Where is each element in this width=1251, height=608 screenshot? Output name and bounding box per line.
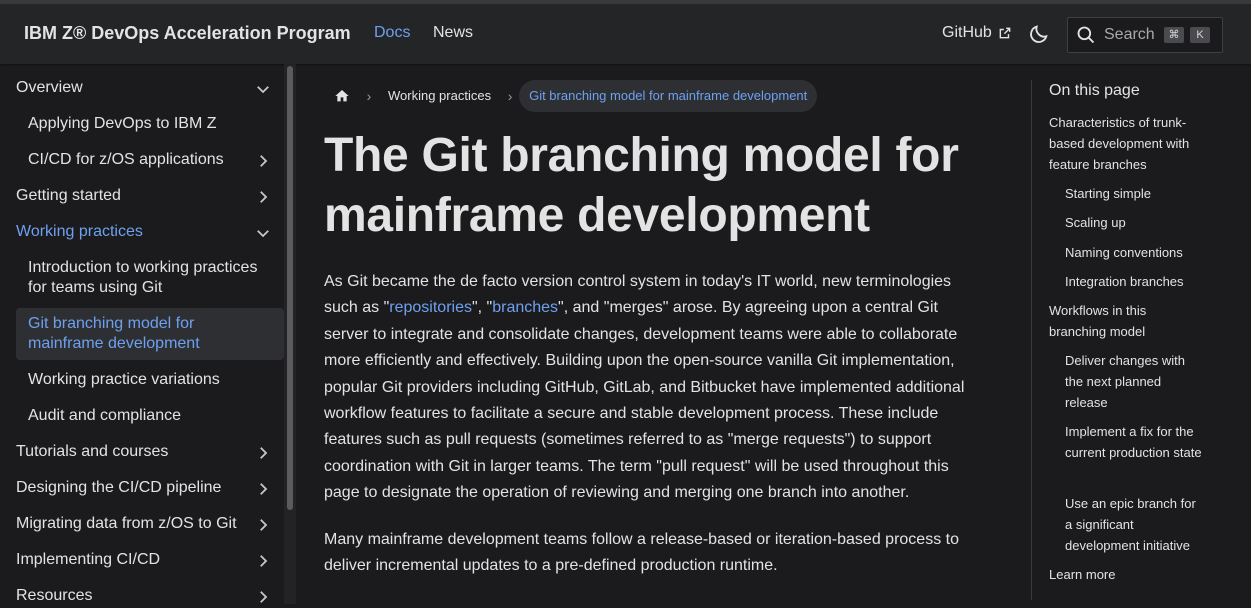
sidebar-item-label: Tutorials and courses [16, 443, 169, 460]
toc-item[interactable]: Scaling up [1065, 212, 1205, 233]
table-of-contents: On this page Characteristics of trunk-ba… [1031, 80, 1242, 600]
chevron-down-icon[interactable] [254, 80, 272, 98]
sidebar-item-label: Working practices [16, 223, 143, 240]
sidebar-item-overview[interactable]: Overview [0, 76, 284, 100]
sidebar-item-label: CI/CD for z/OS applications [28, 151, 224, 168]
chevron-right-icon[interactable] [254, 516, 272, 534]
toc-item[interactable]: Workflows in this branching model [1049, 300, 1199, 342]
toc-item[interactable]: Learn more [1049, 564, 1199, 585]
sidebar-item-label: Audit and compliance [28, 407, 181, 424]
chevron-right-icon[interactable] [254, 152, 272, 170]
chevron-right-icon[interactable] [254, 188, 272, 206]
branches-link[interactable]: branches [492, 299, 558, 316]
chevron-right-icon: › [507, 88, 513, 104]
site-brand[interactable]: IBM Z® DevOps Acceleration Program [24, 23, 351, 44]
page-title: The Git branching model for mainframe de… [324, 129, 959, 242]
sidebar-item-resources[interactable]: Resources [0, 584, 284, 608]
sidebar-item-label: Applying DevOps to IBM Z [28, 115, 217, 132]
k-key-hint: K [1190, 27, 1210, 43]
sidebar-item-audit-compliance[interactable]: Audit and compliance [0, 404, 284, 428]
sidebar-item-cicd-zos[interactable]: CI/CD for z/OS applications [0, 148, 284, 172]
chevron-right-icon[interactable] [254, 480, 272, 498]
github-link[interactable]: GitHub [942, 24, 1012, 42]
breadcrumb-item-current: Git branching model for mainframe develo… [519, 80, 818, 112]
toc-title: On this page [1049, 82, 1140, 99]
sidebar-item-applying-devops[interactable]: Applying DevOps to IBM Z [0, 112, 284, 136]
toc-item[interactable]: Integration branches [1065, 271, 1205, 292]
sidebar-item-label: Designing the CI/CD pipeline [16, 479, 222, 496]
sidebar-item-working-practices[interactable]: Working practices [0, 220, 284, 244]
top-navbar: IBM Z® DevOps Acceleration Program Docs … [0, 4, 1251, 64]
toc-item[interactable]: Implement a fix for the current producti… [1065, 421, 1205, 463]
sidebar-item-label: Resources [16, 587, 93, 604]
sidebar-item-getting-started[interactable]: Getting started [0, 184, 284, 208]
dark-mode-toggle-icon[interactable] [1028, 23, 1050, 45]
command-key-hint: ⌘ [1164, 27, 1184, 43]
toc-item[interactable]: Starting simple [1065, 183, 1205, 204]
sidebar-item-label: Introduction to working practices for te… [28, 259, 258, 296]
sidebar-item-git-branching-model[interactable]: Git branching model for mainframe develo… [16, 308, 284, 360]
chevron-right-icon[interactable] [254, 588, 272, 606]
repositories-link[interactable]: repositories [389, 299, 472, 316]
sidebar-item-label: Implementing CI/CD [16, 551, 161, 568]
sidebar-item-tutorials[interactable]: Tutorials and courses [0, 440, 284, 464]
chevron-down-icon[interactable] [254, 224, 272, 242]
home-icon [335, 90, 349, 102]
article-paragraph-1: As Git became the de facto version contr… [324, 269, 984, 507]
breadcrumb-item-working-practices[interactable]: Working practices [378, 80, 501, 112]
search-placeholder: Search [1104, 26, 1155, 43]
breadcrumb-home[interactable] [324, 80, 360, 112]
sidebar-item-label: Getting started [16, 187, 121, 204]
search-icon [1077, 26, 1095, 44]
sidebar-item-label: Overview [16, 79, 83, 96]
search-button[interactable]: Search ⌘ K [1067, 17, 1223, 53]
chevron-right-icon: › [366, 88, 372, 104]
paragraph-text: ", and "merges" arose. By agreeing upon … [324, 299, 965, 502]
sidebar-item-label: Git branching model for mainframe develo… [28, 315, 200, 352]
sidebar-item-implementing-cicd[interactable]: Implementing CI/CD [0, 548, 284, 572]
breadcrumb: › Working practices › Git branching mode… [324, 80, 818, 112]
github-label: GitHub [942, 24, 992, 41]
sidebar-item-designing-pipeline[interactable]: Designing the CI/CD pipeline [0, 476, 284, 500]
toc-item[interactable]: Characteristics of trunk-based developme… [1049, 112, 1199, 175]
chevron-right-icon[interactable] [254, 552, 272, 570]
sidebar-item-intro-working-practices[interactable]: Introduction to working practices for te… [0, 258, 284, 298]
toc-item[interactable]: Naming conventions [1065, 242, 1205, 263]
sidebar-item-working-practice-variations[interactable]: Working practice variations [0, 368, 284, 392]
chevron-right-icon[interactable] [254, 444, 272, 462]
sidebar-item-migrating-data[interactable]: Migrating data from z/OS to Git [0, 512, 284, 536]
toc-item[interactable]: Use an epic branch for a significant dev… [1065, 493, 1205, 556]
toc-item[interactable]: Deliver changes with the next planned re… [1065, 350, 1205, 413]
paragraph-text: ", " [471, 299, 493, 317]
sidebar: Overview Applying DevOps to IBM Z CI/CD … [0, 64, 296, 604]
sidebar-item-label: Migrating data from z/OS to Git [16, 515, 237, 532]
article-paragraph-2: Many mainframe development teams follow … [324, 531, 959, 575]
external-link-icon [999, 27, 1011, 39]
nav-link-docs[interactable]: Docs [374, 24, 410, 42]
nav-link-news[interactable]: News [433, 24, 473, 42]
sidebar-item-label: Working practice variations [28, 371, 220, 388]
